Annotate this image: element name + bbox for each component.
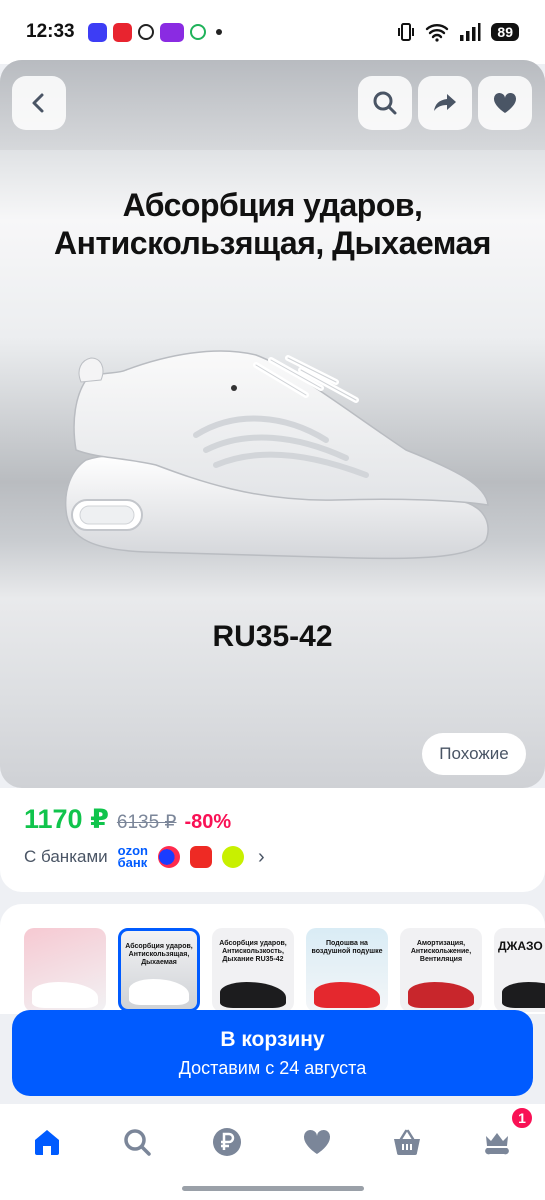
old-price: 6135 ₽	[116, 812, 177, 833]
app-notification-icon	[113, 22, 132, 42]
thumbnail[interactable]	[24, 928, 106, 1012]
chevron-right-icon: ›	[257, 845, 265, 868]
nav-finance[interactable]	[207, 1122, 247, 1162]
thumbnail[interactable]: ДЖАЗО	[494, 928, 545, 1012]
signal-icon	[460, 23, 481, 41]
profile-crown-icon	[485, 1133, 509, 1155]
thumbnail[interactable]: Подошва на воздушной подушке	[306, 928, 388, 1012]
nav-search[interactable]	[117, 1122, 157, 1162]
back-button[interactable]	[12, 76, 66, 130]
banks-label: С банками	[24, 847, 108, 866]
thumbnail-caption: Амортизация, Антискольжение, Вентиляция	[410, 940, 472, 963]
similar-products-button[interactable]: Похожие	[422, 733, 526, 775]
chevron-left-icon	[32, 93, 44, 113]
thumbnail-caption: Абсорбция ударов, Антискользкость, Дыхан…	[219, 940, 287, 963]
status-bar: 12:33 89	[0, 0, 545, 64]
nav-profile[interactable]	[477, 1122, 517, 1162]
product-gallery[interactable]: Абсорбция ударов, Антискользящая, Дыхаем…	[0, 60, 545, 788]
thumbnail-selected[interactable]: Абсорбция ударов, Антискользящая, Дыхаем…	[118, 928, 200, 1012]
profile-notification-badge: 1	[510, 1106, 534, 1130]
thumbnail-caption: Абсорбция ударов, Антискользящая, Дыхаем…	[125, 943, 193, 966]
delivery-date-label: Доставим с 24 августа	[178, 1057, 367, 1078]
notification-icons	[88, 22, 222, 42]
thumbnail-shoe	[220, 982, 286, 1008]
promo-title-line-2: Антискользящая, Дыхаемая	[54, 225, 491, 261]
ozon-notification-icon	[160, 22, 184, 42]
thumbnail-caption: ДЖАЗО	[498, 939, 543, 953]
add-to-cart-button[interactable]: В корзину Доставим с 24 августа	[12, 1010, 533, 1096]
size-range-text: RU35-42	[212, 620, 333, 653]
status-time: 12:33	[26, 21, 75, 42]
bank-logo-icon	[157, 846, 180, 868]
price-card: 1170 ₽ 6135 ₽ -80% С банками ozon банк ›	[0, 788, 545, 892]
more-notifications-icon	[216, 29, 222, 35]
thumbnail-shoe	[502, 982, 545, 1008]
thumbnail-shoe	[314, 982, 380, 1008]
current-price: 1170 ₽	[24, 804, 109, 834]
bank-logo-icon	[221, 846, 244, 868]
nav-cart[interactable]	[387, 1122, 427, 1162]
nav-home[interactable]	[27, 1122, 67, 1162]
favorite-button[interactable]	[478, 76, 532, 130]
price-row: 1170 ₽ 6135 ₽ -80%	[24, 804, 231, 835]
promo-title-line-1: Абсорбция ударов,	[122, 187, 423, 223]
home-indicator[interactable]	[182, 1186, 364, 1191]
thumbnail-strip: Абсорбция ударов, Антискользящая, Дыхаем…	[0, 904, 545, 1014]
thumbnail-shoe	[408, 982, 474, 1008]
app-notification-icon	[88, 22, 107, 42]
app-notification-icon	[190, 24, 206, 40]
ozon-bank-logo: ozon банк	[117, 844, 148, 870]
heart-icon	[493, 92, 517, 113]
ruble-icon	[213, 1128, 241, 1156]
basket-icon	[394, 1129, 420, 1155]
thumbnail[interactable]: Амортизация, Антискольжение, Вентиляция	[400, 928, 482, 1012]
promo-title: Абсорбция ударов, Антискользящая, Дыхаем…	[0, 186, 545, 262]
system-icons: 89	[397, 22, 519, 42]
share-button[interactable]	[418, 76, 472, 130]
thumbnail-shoe	[129, 979, 189, 1005]
thumbnail-shoe	[32, 982, 98, 1008]
thumbnail[interactable]: Абсорбция ударов, Антискользкость, Дыхан…	[212, 928, 294, 1012]
thumbnail-caption: Подошва на воздушной подушке	[311, 940, 383, 955]
vibrate-icon	[398, 23, 415, 41]
ozon-bank-logo-line-2: банк	[117, 855, 148, 870]
battery-indicator: 89	[491, 23, 519, 41]
search-icon	[373, 91, 397, 115]
nav-favorites[interactable]	[297, 1122, 337, 1162]
product-shoe-image	[64, 350, 489, 560]
wifi-icon	[426, 24, 449, 42]
share-icon	[434, 94, 456, 111]
discount-badge: -80%	[184, 811, 232, 833]
heart-icon	[303, 1129, 331, 1154]
add-to-cart-label: В корзину	[220, 1027, 325, 1051]
app-notification-icon	[138, 24, 154, 40]
bank-logo-icon	[189, 846, 212, 868]
bank-offers-row[interactable]: С банками ozon банк ›	[24, 842, 265, 872]
home-icon	[35, 1130, 59, 1155]
search-button[interactable]	[358, 76, 412, 130]
search-icon	[124, 1129, 151, 1156]
